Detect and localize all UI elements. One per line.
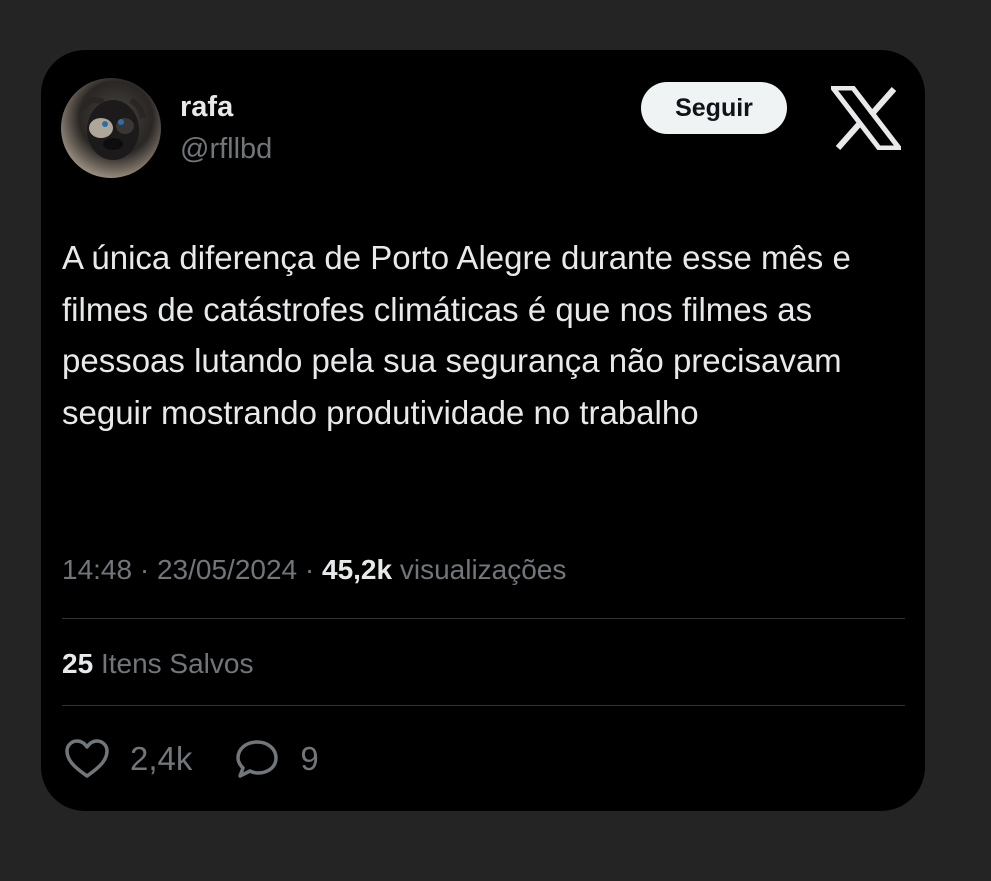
divider — [62, 618, 905, 619]
tweet-metadata: 14:48 · 23/05/2024 · 45,2k visualizações — [62, 553, 566, 587]
follow-button[interactable]: Seguir — [641, 82, 787, 134]
meta-separator: · — [139, 554, 150, 585]
x-logo-icon — [827, 85, 905, 151]
like-count: 2,4k — [130, 740, 193, 777]
meta-separator: · — [304, 554, 315, 585]
author-handle[interactable]: @rfllbd — [180, 132, 272, 166]
author-display-name[interactable]: rafa — [180, 90, 233, 124]
bookmarks-label: Itens Salvos — [100, 648, 254, 679]
tweet-time[interactable]: 14:48 — [62, 554, 132, 585]
reply-button[interactable]: 9 — [234, 738, 319, 780]
bookmarks-count: 25 — [62, 648, 94, 679]
tweet-date[interactable]: 23/05/2024 — [157, 554, 297, 585]
like-button[interactable]: 2,4k — [64, 738, 192, 780]
tweet-text: A única diferença de Porto Alegre durant… — [62, 239, 851, 431]
avatar[interactable] — [61, 78, 161, 178]
bookmarks-stat[interactable]: 25 Itens Salvos — [62, 647, 253, 681]
action-bar: 2,4k 9 — [64, 733, 319, 785]
views-count: 45,2k — [322, 554, 393, 585]
avatar-image — [80, 97, 146, 160]
heart-icon — [65, 739, 109, 778]
divider — [62, 705, 905, 706]
tweet-card: rafa @rfllbd Seguir A única diferença de… — [41, 50, 925, 811]
reply-count: 9 — [300, 740, 319, 777]
speech-bubble-icon — [236, 740, 279, 778]
views-label: visualizações — [399, 554, 567, 585]
